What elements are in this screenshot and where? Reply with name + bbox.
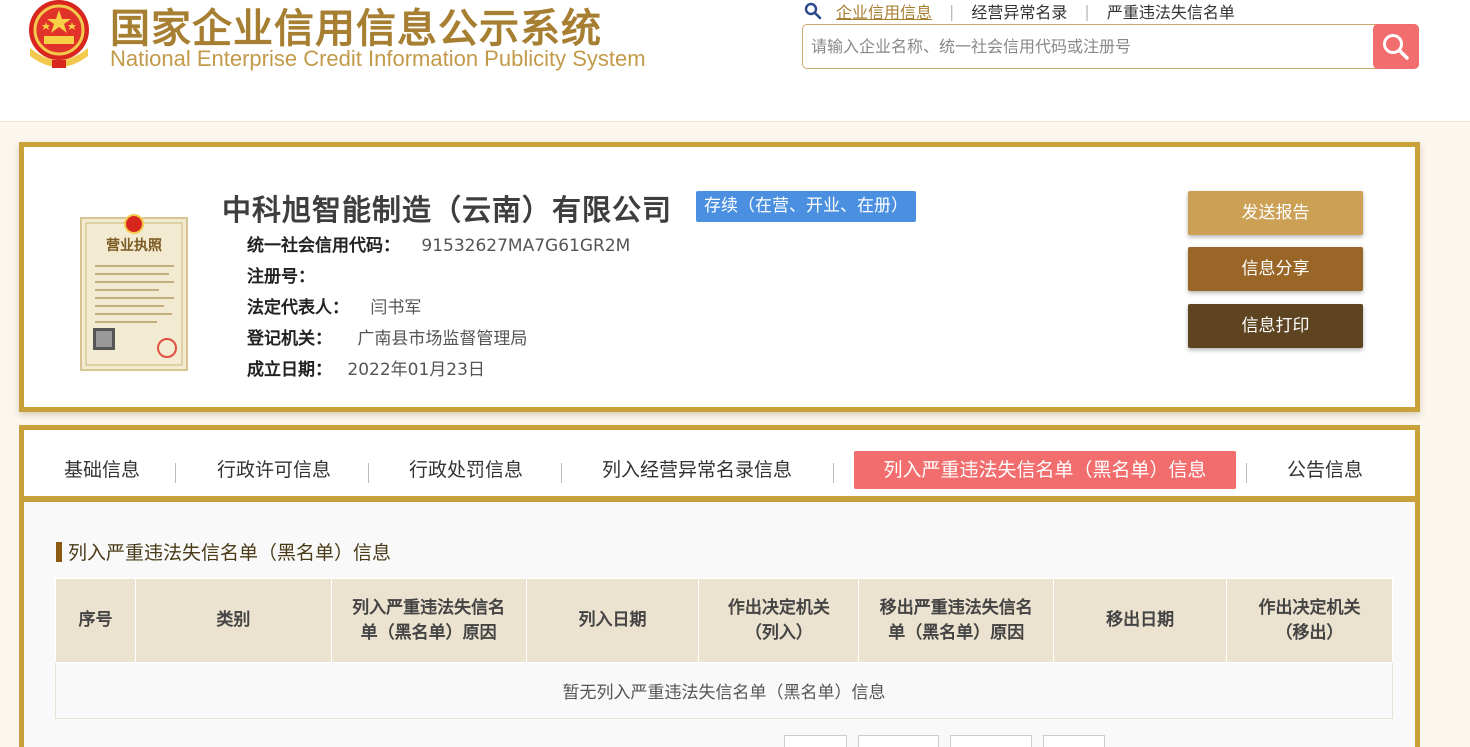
col-remove-date: 移出日期 [1053,578,1228,663]
business-license-icon: 营业执照 [80,214,188,371]
section-title: 列入严重违法失信名单（黑名单）信息 [56,538,391,565]
field-credit-code: 统一社会信用代码： 91532627MA7G61GR2M [247,231,630,256]
col-list-authority: 作出决定机关（列入） [698,578,860,663]
nav-abnormal-list[interactable]: 经营异常名录 [971,0,1067,23]
col-category: 类别 [134,578,332,663]
field-value: 2022年01月23日 [347,360,485,380]
company-card: 营业执照 中科旭智能制造（云南）有限公司 存续（在营、开业、在册） 统一社会信用… [19,142,1420,412]
site-title-en: National Enterprise Credit Information P… [110,46,646,71]
field-value: 广南县市场监督管理局 [357,329,528,349]
search-input[interactable] [811,25,1371,68]
share-info-button[interactable]: 信息分享 [1188,247,1363,291]
field-label: 成立日期： [247,360,332,380]
detail-card: 基础信息 行政许可信息 行政处罚信息 列入经营异常名录信息 列入严重违法失信名单… [19,425,1420,747]
col-list-reason: 列入严重违法失信名单（黑名单）原因 [330,578,527,663]
blacklist-table: 序号 类别 列入严重违法失信名单（黑名单）原因 列入日期 作出决定机关（列入） … [55,578,1393,719]
field-label: 统一社会信用代码： [247,236,400,256]
field-label: 法定代表人： [247,298,349,318]
status-badge: 存续（在营、开业、在册） [696,191,916,222]
table-row: 暂无列入严重违法失信名单（黑名单）信息 [55,662,1393,719]
field-label: 登记机关： [247,329,332,349]
nav-enterprise-credit[interactable]: 企业信用信息 [836,0,932,23]
site-header: 国家企业信用信息公示系统 National Enterprise Credit … [0,0,1470,122]
field-founded: 成立日期： 2022年01月23日 [247,355,485,380]
print-info-button[interactable]: 信息打印 [1188,304,1363,348]
magnifier-icon [1383,33,1409,60]
nav-separator: | [949,1,955,21]
tab-abnormal-list[interactable]: 列入经营异常名录信息 [602,451,792,489]
tab-separator [833,463,834,483]
search-box [802,24,1419,69]
tab-basic-info[interactable]: 基础信息 [64,451,140,489]
tab-admin-license[interactable]: 行政许可信息 [217,451,331,489]
pager-button[interactable] [1043,735,1105,747]
tab-bar: 基础信息 行政许可信息 行政处罚信息 列入经营异常名录信息 列入严重违法失信名单… [24,430,1415,502]
nav-serious-violation[interactable]: 严重违法失信名单 [1107,0,1235,23]
empty-message: 暂无列入严重违法失信名单（黑名单）信息 [55,662,1393,719]
section-title-text: 列入严重违法失信名单（黑名单）信息 [68,542,392,564]
col-remove-authority: 作出决定机关（移出） [1226,578,1393,663]
field-value: 91532627MA7G61GR2M [421,236,631,256]
tab-blacklist[interactable]: 列入严重违法失信名单（黑名单）信息 [854,451,1236,489]
send-report-button[interactable]: 发送报告 [1188,191,1363,235]
company-name: 中科旭智能制造（云南）有限公司 [222,193,673,227]
license-title: 营业执照 [106,237,162,254]
tab-separator [368,463,369,483]
tab-separator [561,463,562,483]
tab-announcement[interactable]: 公告信息 [1287,451,1363,489]
pager-button[interactable] [950,735,1032,747]
tab-separator [1246,463,1247,483]
search-icon [804,2,822,20]
nav-separator: | [1084,1,1090,21]
field-reg-no: 注册号： [247,262,315,287]
col-list-date: 列入日期 [525,578,700,663]
national-emblem-icon [29,0,89,68]
top-nav: 企业信用信息 | 经营异常名录 | 严重违法失信名单 [804,0,1235,22]
field-label: 注册号： [247,267,315,287]
table-header-row: 序号 类别 列入严重违法失信名单（黑名单）原因 列入日期 作出决定机关（列入） … [55,578,1393,663]
pager-button[interactable] [858,735,939,747]
field-authority: 登记机关： 广南县市场监督管理局 [247,324,527,349]
col-remove-reason: 移出严重违法失信名单（黑名单）原因 [858,578,1055,663]
field-value: 闫书军 [370,298,422,318]
pager-button[interactable] [784,735,847,747]
field-legal-rep: 法定代表人： 闫书军 [247,293,421,318]
col-index: 序号 [55,578,136,663]
tab-separator [175,463,176,483]
tab-admin-penalty[interactable]: 行政处罚信息 [409,451,523,489]
section-marker [56,541,62,562]
search-button[interactable] [1373,24,1419,69]
